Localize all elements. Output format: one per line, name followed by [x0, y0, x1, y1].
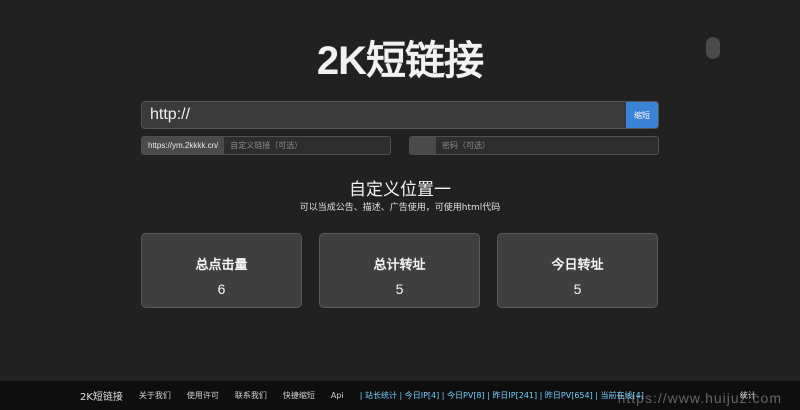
stat-card-label: 总计转址 — [373, 258, 426, 273]
long-url-input[interactable] — [142, 102, 626, 128]
stat-card-value: 6 — [217, 281, 226, 297]
stat-card-today-redirects: 今日转址 5 — [497, 233, 658, 308]
footer-link-license[interactable]: 使用许可 — [187, 390, 219, 401]
stat-card-label: 今日转址 — [551, 258, 604, 273]
site-title: 2K短链接 — [316, 39, 484, 83]
footer-link-api[interactable]: Api — [331, 391, 344, 400]
watermark-text: https://www.huijuz.com — [617, 390, 782, 406]
stat-card-value: 5 — [395, 281, 404, 297]
notice-description: 可以当成公告、描述、广告使用，可使用html代码 — [299, 203, 501, 213]
password-input[interactable] — [436, 137, 658, 154]
password-prefix — [410, 137, 436, 154]
shorten-button[interactable]: 缩短 — [626, 102, 658, 128]
stat-card-label: 总点击量 — [195, 258, 248, 273]
stat-card-total-clicks: 总点击量 6 — [141, 233, 302, 308]
custom-link-group: https://ym.2kkkk.cn/ — [141, 136, 391, 155]
notice-heading: 自定义位置一 — [349, 180, 451, 200]
stat-card-total-redirects: 总计转址 5 — [319, 233, 480, 308]
footer-link-about[interactable]: 关于我们 — [139, 390, 171, 401]
domain-prefix: https://ym.2kkkk.cn/ — [142, 137, 225, 154]
theme-toggle[interactable] — [706, 37, 720, 59]
watermark: https://www.huijuz.com — [618, 390, 782, 406]
stat-card-value: 5 — [573, 281, 582, 297]
password-group — [409, 136, 659, 155]
custom-link-input[interactable] — [224, 137, 390, 154]
url-bar: 缩短 — [141, 101, 659, 129]
footer-link-contact[interactable]: 联系我们 — [235, 390, 267, 401]
footer-brand[interactable]: 2K短链接 — [80, 388, 123, 403]
footer-link-quick-shorten[interactable]: 快捷缩短 — [283, 390, 315, 401]
footer-site-stats[interactable]: | 站长统计 | 今日IP[4] | 今日PV[8] | 昨日IP[241] |… — [360, 390, 644, 401]
